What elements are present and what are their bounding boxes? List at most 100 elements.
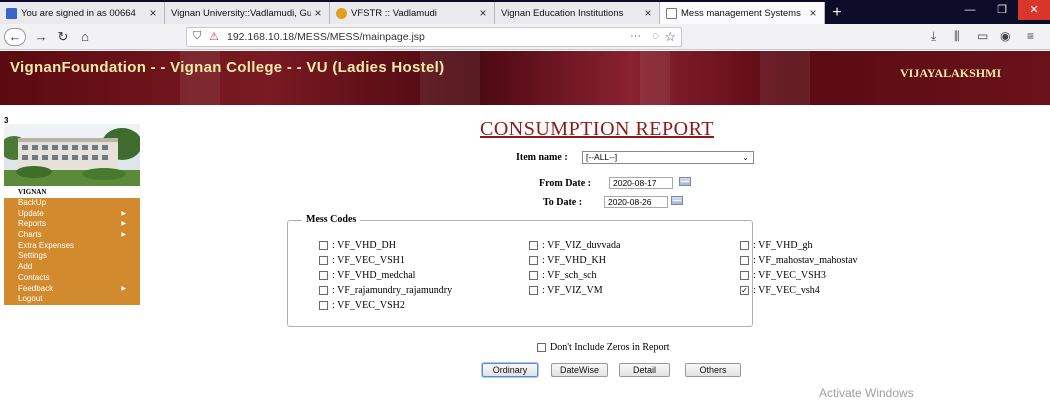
menu-item-label: Contacts xyxy=(18,272,50,282)
checkbox-icon[interactable] xyxy=(529,286,538,295)
vfstr-favicon-icon xyxy=(336,7,347,19)
mess-code-label: : VF_VEC_VSH3 xyxy=(753,270,826,281)
menu-item-feedback[interactable]: Feedback ▶ xyxy=(4,283,140,295)
banner-decor xyxy=(760,51,810,105)
tab-title: VFSTR :: Vadlamudi xyxy=(351,7,437,19)
extension-icon[interactable]: ◉ xyxy=(1000,29,1010,43)
insecure-lock-icon[interactable]: ⚠ xyxy=(209,30,219,43)
item-name-select[interactable]: [--ALL--] ⌄ xyxy=(582,151,754,164)
mess-code-checkbox[interactable]: : VF_mahostav_mahostav xyxy=(740,255,858,266)
sidebar-menu: BackUp Update ▶ Reports ▶ Charts ▶ Extra Ex… xyxy=(4,198,140,305)
close-tab-icon[interactable]: × xyxy=(146,6,160,20)
close-tab-icon[interactable]: × xyxy=(806,6,820,20)
mess-code-label: : VF_VEC_VSH2 xyxy=(332,300,405,311)
reload-icon[interactable]: ↻ xyxy=(54,28,72,46)
browser-tab[interactable]: You are signed in as 00664 × xyxy=(0,2,165,24)
close-tab-icon[interactable]: × xyxy=(641,6,655,20)
menu-item-label: Charts xyxy=(18,230,42,240)
mess-code-checkbox[interactable]: : VF_rajamundry_rajamundry xyxy=(319,285,452,296)
close-tab-icon[interactable]: × xyxy=(476,6,490,20)
close-tab-icon[interactable]: × xyxy=(311,6,325,20)
mess-code-checkbox[interactable]: : VF_VHD_KH xyxy=(529,255,606,266)
menu-item-update[interactable]: Update ▶ xyxy=(4,208,140,220)
from-date-input[interactable]: 2020-08-17 xyxy=(609,177,673,189)
checkbox-icon[interactable] xyxy=(319,301,328,310)
home-icon[interactable]: ⌂ xyxy=(76,28,94,46)
pocket-icon[interactable]: ◌ xyxy=(652,30,659,42)
checkbox-icon[interactable] xyxy=(319,241,328,250)
checkbox-icon[interactable] xyxy=(529,271,538,280)
forward-arrow-icon[interactable]: → xyxy=(32,28,50,46)
mess-code-checkbox[interactable]: : VF_VIZ_VM xyxy=(529,285,603,296)
restore-icon[interactable]: ❐ xyxy=(986,0,1018,20)
menu-item-reports[interactable]: Reports ▶ xyxy=(4,219,140,231)
mess-code-checkbox[interactable]: : VF_VEC_VSH1 xyxy=(319,255,405,266)
bookmark-star-icon[interactable]: ☆ xyxy=(664,29,676,45)
mess-code-checkbox[interactable]: : VF_VEC_VSH2 xyxy=(319,300,405,311)
menu-item-label: Feedback xyxy=(18,283,54,293)
page-favicon-icon xyxy=(666,7,677,19)
tab-title: You are signed in as 00664 xyxy=(21,7,136,19)
minimize-icon[interactable]: — xyxy=(954,0,986,20)
exclude-zeros-checkbox[interactable]: Don't Include Zeros in Report xyxy=(537,342,670,353)
browser-tab-active[interactable]: Mess management Systems × xyxy=(660,2,825,24)
mess-code-checkbox[interactable]: : VF_VHD_gh xyxy=(740,240,813,251)
menu-item-logout[interactable]: Logout xyxy=(4,294,140,305)
others-button[interactable]: Others xyxy=(685,363,741,377)
to-date-calendar-icon[interactable] xyxy=(671,196,683,205)
mess-code-checkbox[interactable]: : VF_VHD_DH xyxy=(319,240,396,251)
datewise-button[interactable]: DateWise xyxy=(551,363,608,377)
mess-code-label: : VF_rajamundry_rajamundry xyxy=(332,285,453,296)
sidebar-toggle-icon[interactable]: ▭ xyxy=(977,29,988,43)
mess-code-checkbox[interactable]: : VF_VEC_VSH3 xyxy=(740,270,826,281)
hamburger-menu-icon[interactable]: ≡ xyxy=(1027,29,1034,43)
checkbox-icon[interactable] xyxy=(529,256,538,265)
menu-item-charts[interactable]: Charts ▶ xyxy=(4,230,140,241)
downloads-icon[interactable]: ⤓ xyxy=(931,29,936,44)
close-window-icon[interactable]: ✕ xyxy=(1018,0,1050,20)
checkbox-checked-icon[interactable]: ✓ xyxy=(740,286,749,295)
checkbox-icon[interactable] xyxy=(319,256,328,265)
checkbox-icon[interactable] xyxy=(537,343,546,352)
checkbox-icon[interactable] xyxy=(740,256,749,265)
back-arrow-icon[interactable]: ← xyxy=(4,28,26,46)
mess-code-checkbox[interactable]: : VF_VIZ_duvvada xyxy=(529,240,620,251)
library-icon[interactable]: ⫼ xyxy=(954,29,960,44)
menu-item-contacts[interactable]: Contacts xyxy=(4,272,140,284)
ordinary-button[interactable]: Ordinary xyxy=(482,363,538,377)
checkbox-icon[interactable] xyxy=(529,241,538,250)
banner-decor xyxy=(640,51,670,105)
checkbox-icon[interactable] xyxy=(740,271,749,280)
exclude-zeros-label: Don't Include Zeros in Report xyxy=(550,342,670,353)
checkbox-icon[interactable] xyxy=(319,286,328,295)
menu-item-add[interactable]: Add xyxy=(4,262,140,273)
mess-code-label: : VF_mahostav_mahostav xyxy=(753,255,858,266)
campus-caption: VIGNAN xyxy=(4,187,140,197)
browser-tab[interactable]: Vignan Education Institutions × xyxy=(495,2,660,24)
mess-code-checkbox-checked[interactable]: ✓: VF_VEC_vsh4 xyxy=(740,285,820,296)
menu-item-settings[interactable]: Settings xyxy=(4,251,140,263)
mess-code-checkbox[interactable]: : VF_VHD_medchal xyxy=(319,270,415,281)
new-tab-icon[interactable]: + xyxy=(825,2,849,24)
logged-in-user: VIJAYALAKSHMI xyxy=(900,66,1002,80)
address-bar[interactable]: ⛉ ⚠ 192.168.10.18/MESS/MESS/mainpage.jsp… xyxy=(186,27,682,47)
checkbox-icon[interactable] xyxy=(319,271,328,280)
browser-tab[interactable]: Vignan University::Vadlamudi, Gun × xyxy=(165,2,330,24)
menu-item-backup[interactable]: BackUp xyxy=(4,198,140,209)
signed-in-favicon-icon xyxy=(6,7,17,19)
mess-codes-legend: Mess Codes xyxy=(302,214,361,225)
mess-code-checkbox[interactable]: : VF_sch_sch xyxy=(529,270,597,281)
browser-navbar: ← → ↻ ⌂ ⛉ ⚠ 192.168.10.18/MESS/MESS/main… xyxy=(0,24,1050,50)
menu-item-extra-expenses[interactable]: Extra Expenses xyxy=(4,240,140,252)
item-name-label: Item name : xyxy=(516,152,568,163)
chevron-down-icon: ⌄ xyxy=(742,153,749,162)
browser-tab[interactable]: VFSTR :: Vadlamudi × xyxy=(330,2,495,24)
detail-button[interactable]: Detail xyxy=(619,363,670,377)
page-actions-icon[interactable]: ··· xyxy=(630,30,641,42)
mess-code-label: : VF_VHD_gh xyxy=(753,240,813,251)
to-date-input[interactable]: 2020-08-26 xyxy=(604,196,668,208)
tracking-shield-icon[interactable]: ⛉ xyxy=(193,30,201,43)
checkbox-icon[interactable] xyxy=(740,241,749,250)
from-date-calendar-icon[interactable] xyxy=(679,177,691,186)
mess-codes-fieldset: Mess Codes : VF_VHD_DH : VF_VEC_VSH1 : V… xyxy=(287,214,858,327)
